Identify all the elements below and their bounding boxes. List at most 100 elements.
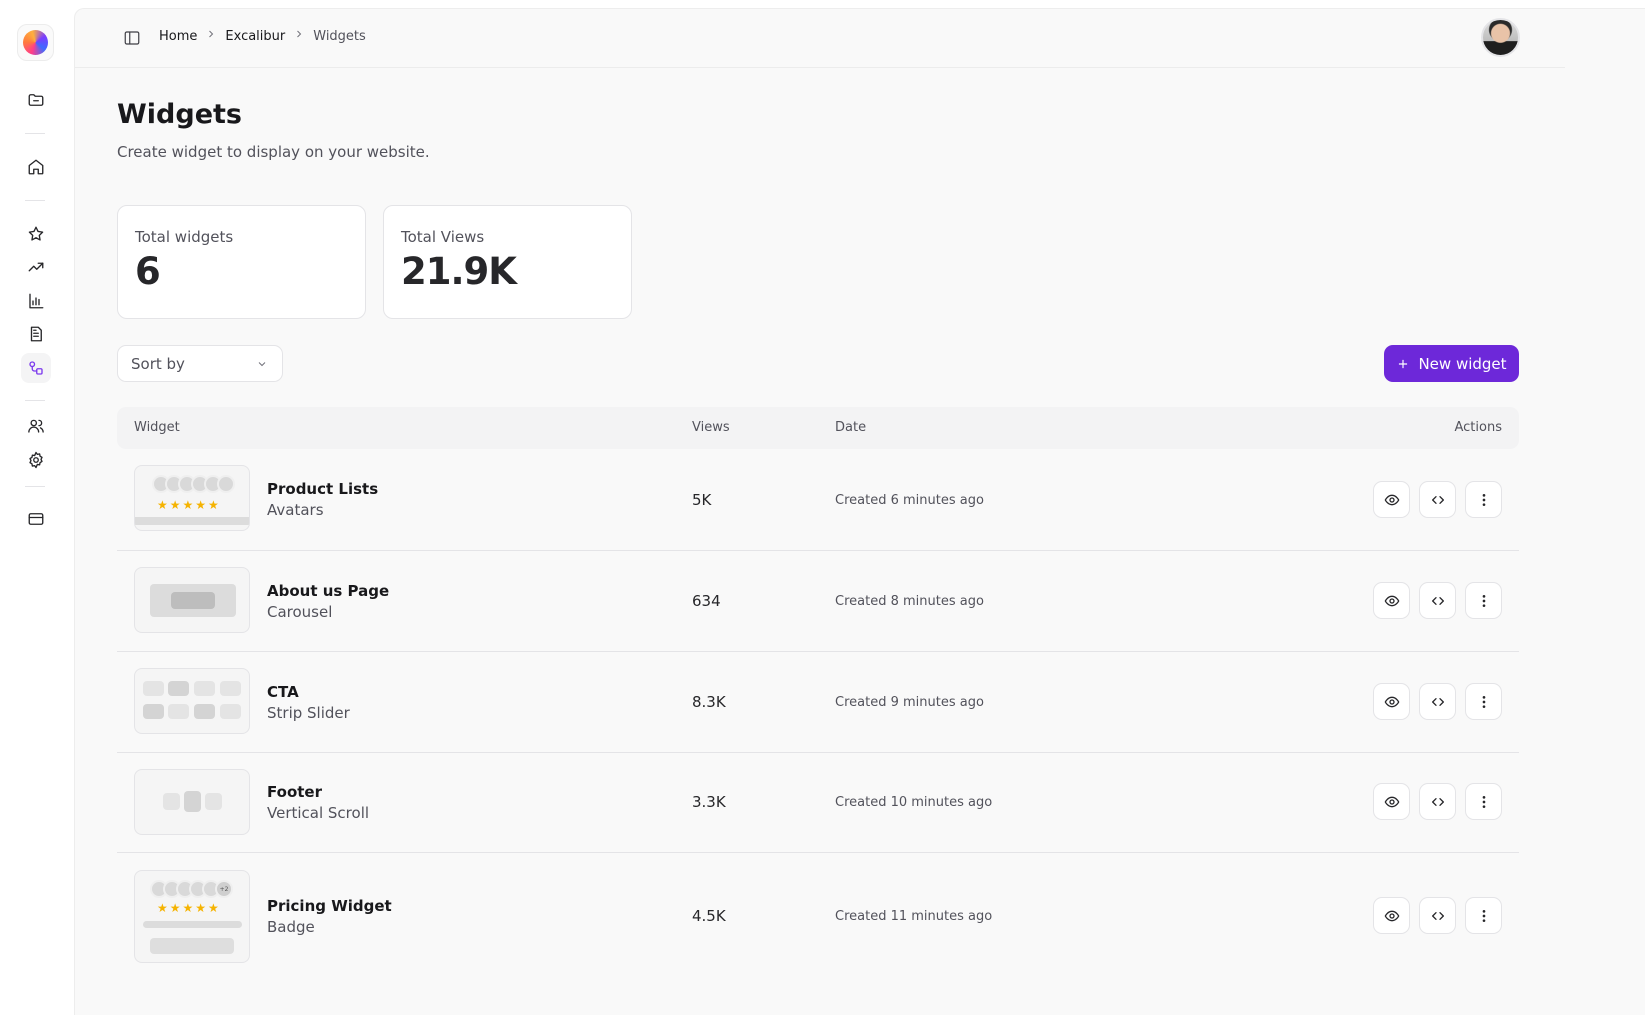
eye-icon bbox=[1384, 595, 1399, 606]
scroll-tile bbox=[163, 793, 180, 810]
widget-name[interactable]: CTA bbox=[267, 683, 299, 701]
stat-label: Total widgets bbox=[135, 228, 234, 246]
document-icon[interactable] bbox=[21, 319, 51, 349]
strip-tile bbox=[168, 681, 189, 696]
breadcrumb: Home Excalibur Widgets bbox=[159, 28, 366, 44]
strip-tile bbox=[194, 704, 215, 719]
widget-name[interactable]: About us Page bbox=[267, 582, 389, 600]
logo-icon bbox=[23, 30, 48, 55]
sidebar-divider bbox=[25, 486, 45, 487]
topbar: Home Excalibur Widgets bbox=[75, 9, 1565, 68]
more-vertical-icon bbox=[1482, 909, 1485, 922]
trending-icon[interactable] bbox=[21, 252, 51, 282]
table-row[interactable]: ★★★★★ Product Lists Avatars 5K Created 6… bbox=[117, 449, 1519, 551]
embed-code-button[interactable] bbox=[1419, 783, 1456, 820]
strip-tile bbox=[168, 704, 189, 719]
widget-thumbnail bbox=[134, 668, 250, 734]
widget-type: Carousel bbox=[267, 603, 333, 621]
strip-tile bbox=[143, 704, 164, 719]
new-widget-button[interactable]: New widget bbox=[1384, 345, 1519, 382]
code-icon bbox=[1431, 697, 1444, 706]
stat-value: 6 bbox=[135, 250, 161, 293]
more-options-button[interactable] bbox=[1465, 582, 1502, 619]
chevron-right-icon bbox=[293, 28, 305, 44]
breadcrumb-project[interactable]: Excalibur bbox=[225, 29, 285, 44]
home-icon[interactable] bbox=[21, 152, 51, 182]
more-vertical-icon bbox=[1482, 695, 1485, 708]
widget-name[interactable]: Footer bbox=[267, 783, 322, 801]
table-row[interactable]: Footer Vertical Scroll 3.3K Created 10 m… bbox=[117, 753, 1519, 853]
main-panel: Home Excalibur Widgets Widgets Create wi… bbox=[74, 8, 1645, 1015]
embed-code-button[interactable] bbox=[1419, 683, 1456, 720]
widget-thumbnail bbox=[134, 769, 250, 835]
avatar-stack: +2 bbox=[150, 880, 233, 898]
preview-button[interactable] bbox=[1373, 481, 1410, 518]
avatar-stack bbox=[152, 475, 235, 493]
column-header-date[interactable]: Date bbox=[835, 420, 866, 435]
app-logo[interactable] bbox=[17, 24, 54, 61]
more-options-button[interactable] bbox=[1465, 481, 1502, 518]
widget-thumbnail: ★★★★★ bbox=[134, 465, 250, 531]
more-options-button[interactable] bbox=[1465, 897, 1502, 934]
more-options-button[interactable] bbox=[1465, 783, 1502, 820]
user-avatar[interactable] bbox=[1481, 18, 1520, 57]
strip-tile bbox=[220, 704, 241, 719]
table-row[interactable]: +2 ★★★★★ Pricing Widget Badge 4.5K Creat… bbox=[117, 853, 1519, 981]
users-icon[interactable] bbox=[21, 411, 51, 441]
widget-views: 8.3K bbox=[692, 693, 726, 711]
stat-label: Total Views bbox=[401, 228, 485, 246]
widget-name[interactable]: Pricing Widget bbox=[267, 897, 392, 915]
eye-icon bbox=[1384, 796, 1399, 807]
avatar-count: +2 bbox=[215, 880, 233, 898]
widget-type: Strip Slider bbox=[267, 704, 350, 722]
widget-date: Created 11 minutes ago bbox=[835, 909, 993, 924]
column-header-views[interactable]: Views bbox=[692, 420, 730, 435]
sort-by-select[interactable]: Sort by bbox=[117, 345, 283, 382]
sidebar-divider bbox=[25, 133, 45, 134]
widget-date: Created 6 minutes ago bbox=[835, 493, 984, 508]
settings-icon[interactable] bbox=[21, 445, 51, 475]
bar-chart-icon[interactable] bbox=[21, 286, 51, 316]
widget-type: Vertical Scroll bbox=[267, 804, 370, 822]
rating-stars: ★★★★★ bbox=[157, 498, 221, 512]
preview-button[interactable] bbox=[1373, 897, 1410, 934]
preview-button[interactable] bbox=[1373, 783, 1410, 820]
table-row[interactable]: About us Page Carousel 634 Created 8 min… bbox=[117, 551, 1519, 652]
thumbnail-bar bbox=[150, 938, 234, 954]
stat-card-total-views: Total Views 21.9K bbox=[383, 205, 632, 319]
chevron-right-icon bbox=[205, 28, 217, 44]
widget-type: Avatars bbox=[267, 501, 324, 519]
widget-date: Created 10 minutes ago bbox=[835, 795, 993, 810]
code-icon bbox=[1431, 596, 1444, 605]
embed-code-button[interactable] bbox=[1419, 481, 1456, 518]
widget-name[interactable]: Product Lists bbox=[267, 480, 378, 498]
widget-views: 4.5K bbox=[692, 907, 726, 925]
thumbnail-bar bbox=[143, 921, 242, 928]
embed-code-button[interactable] bbox=[1419, 897, 1456, 934]
column-header-actions: Actions bbox=[1454, 420, 1503, 435]
carousel-slide-inner bbox=[171, 592, 215, 609]
credit-card-icon[interactable] bbox=[21, 504, 51, 534]
more-options-button[interactable] bbox=[1465, 683, 1502, 720]
scroll-tile bbox=[184, 791, 201, 812]
folder-icon[interactable] bbox=[21, 85, 51, 115]
widgets-icon[interactable] bbox=[21, 353, 51, 383]
app: Home Excalibur Widgets Widgets Create wi… bbox=[0, 0, 1645, 1015]
page-subtitle: Create widget to display on your website… bbox=[117, 143, 430, 161]
preview-button[interactable] bbox=[1373, 582, 1410, 619]
table-row[interactable]: CTA Strip Slider 8.3K Created 9 minutes … bbox=[117, 652, 1519, 753]
breadcrumb-current: Widgets bbox=[313, 28, 366, 44]
breadcrumb-home[interactable]: Home bbox=[159, 29, 197, 44]
sidebar-toggle-icon[interactable] bbox=[123, 29, 141, 47]
page-title: Widgets bbox=[117, 99, 242, 130]
sidebar-divider bbox=[25, 400, 45, 401]
code-icon bbox=[1431, 797, 1444, 806]
widget-views: 634 bbox=[692, 592, 721, 610]
star-icon[interactable] bbox=[21, 219, 51, 249]
stat-value: 21.9K bbox=[401, 250, 517, 293]
preview-button[interactable] bbox=[1373, 683, 1410, 720]
table-header: Widget Views Date Actions bbox=[117, 407, 1519, 449]
embed-code-button[interactable] bbox=[1419, 582, 1456, 619]
sidebar-divider bbox=[25, 200, 45, 201]
chevron-down-icon bbox=[258, 362, 266, 367]
